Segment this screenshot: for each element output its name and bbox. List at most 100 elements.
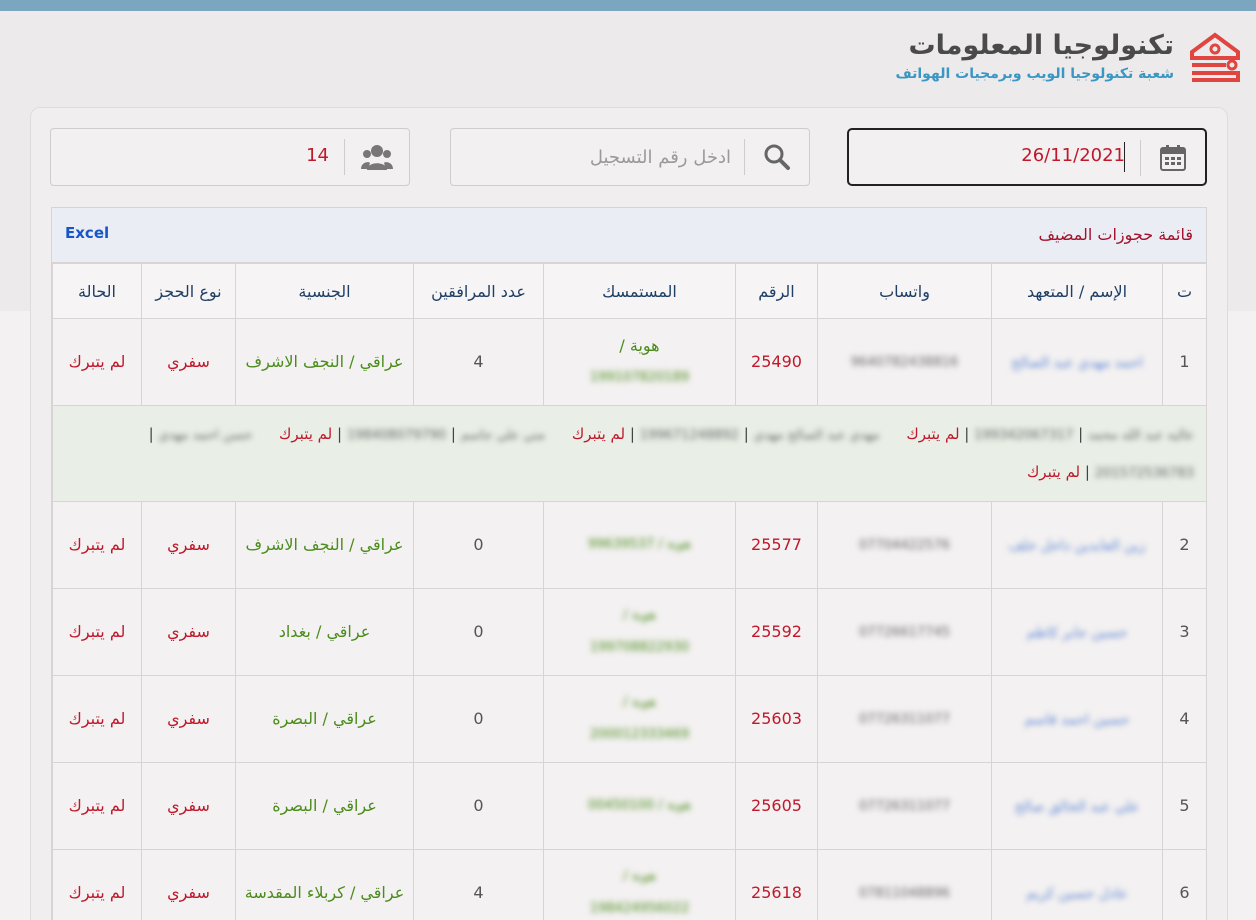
table-row: 1 احمد مهدي عبد الصالح 9640782438816 254… xyxy=(52,318,1207,406)
document-label: هوية / xyxy=(623,695,656,710)
companion-id: 199342067317 xyxy=(974,427,1074,443)
companions-list: عاليه عبد الله محمد | 199342067317 | لم … xyxy=(52,405,1207,502)
whatsapp-cell: 07704422576 xyxy=(817,501,992,589)
companion-status: لم يتبرك xyxy=(279,424,333,443)
col-header: المستمسك xyxy=(543,263,736,319)
document-cell: هوية / 200012333469 xyxy=(543,675,736,763)
table-row: 3 حسين جابر كاظم 07726617745 25592 هوية … xyxy=(52,588,1207,676)
calendar-icon[interactable] xyxy=(1141,130,1205,186)
field-divider xyxy=(344,139,345,175)
number-cell: 25605 xyxy=(735,762,818,850)
document-cell: هوية / 99639537 xyxy=(543,501,736,589)
status-cell: لم يتبرك xyxy=(52,849,142,920)
brand-title: تكنولوجيا المعلومات xyxy=(908,30,1174,61)
date-picker[interactable]: 26/11/2021 xyxy=(847,128,1207,186)
companions-cell: 0 xyxy=(413,675,544,763)
registration-number-input[interactable] xyxy=(481,141,731,173)
row-index: 6 xyxy=(1162,849,1207,920)
number-cell: 25592 xyxy=(735,588,818,676)
table-row: 2 زين العابدين داخل خلف 07704422576 2557… xyxy=(52,501,1207,589)
table-header-row: ت الإسم / المتعهد واتساب الرقم المستمسك … xyxy=(52,263,1207,319)
field-divider xyxy=(744,139,745,175)
guest-name-cell[interactable]: حسين جابر كاظم xyxy=(991,588,1163,676)
companion-status: لم يتبرك xyxy=(906,424,960,443)
nationality-cell: عراقي / البصرة xyxy=(235,675,414,763)
guest-name-cell[interactable]: زين العابدين داخل خلف xyxy=(991,501,1163,589)
companion-name: مهدي عبد الصالح مهدي xyxy=(753,427,880,443)
document-value: 198424956022 xyxy=(589,901,690,916)
whatsapp-cell: 07811048896 xyxy=(817,849,992,920)
status-cell: لم يتبرك xyxy=(52,762,142,850)
row-index: 1 xyxy=(1162,318,1207,406)
whatsapp-value: 07811048896 xyxy=(859,886,950,901)
document-label: هوية / xyxy=(619,336,660,355)
companions-cell: 0 xyxy=(413,588,544,676)
whatsapp-cell: 07726311077 xyxy=(817,675,992,763)
number-cell: 25577 xyxy=(735,501,818,589)
companion-name: مني علي جاسم xyxy=(460,427,546,443)
col-header: الإسم / المتعهد xyxy=(991,263,1163,319)
document-cell: هوية / 00450100 xyxy=(543,762,736,850)
document-cell: هوية / 199708822930 xyxy=(543,588,736,676)
companions-cell: 0 xyxy=(413,762,544,850)
guest-name-cell[interactable]: احمد مهدي عبد الصالح xyxy=(991,318,1163,406)
col-header: واتساب xyxy=(817,263,992,319)
guest-name-link[interactable]: زين العابدين داخل خلف xyxy=(1009,538,1146,554)
registration-search[interactable] xyxy=(450,128,810,186)
document-value: هوية / 99639537 xyxy=(588,537,691,552)
booking-type-cell: سفري xyxy=(141,501,236,589)
guest-name-link[interactable]: عادل حسين كريم xyxy=(1026,886,1128,902)
number-cell: 25603 xyxy=(735,675,818,763)
row-index: 5 xyxy=(1162,762,1207,850)
table-row: 5 علي عبد الخالق صالح 07726311077 25605 … xyxy=(52,762,1207,850)
whatsapp-value: 07726311077 xyxy=(859,799,950,814)
document-cell: هوية / 198424956022 xyxy=(543,849,736,920)
companion-id: 199671248892 xyxy=(639,427,739,443)
nationality-cell: عراقي / النجف الاشرف xyxy=(235,501,414,589)
col-header: نوع الحجز xyxy=(141,263,236,319)
guest-name-link[interactable]: علي عبد الخالق صالح xyxy=(1015,799,1140,815)
companion-status: لم يتبرك xyxy=(571,424,626,443)
booking-type-cell: سفري xyxy=(141,588,236,676)
companion-id: 198408079790 xyxy=(346,427,447,443)
table-row: 4 حسين احمد قاسم 07726311077 25603 هوية … xyxy=(52,675,1207,763)
excel-export-link[interactable]: Excel xyxy=(65,224,109,242)
whatsapp-value: 9640782438816 xyxy=(850,355,959,370)
status-cell: لم يتبرك xyxy=(52,588,142,676)
companion-item: مني علي جاسم | 198408079790 | لم يتبرك xyxy=(279,424,546,443)
nationality-cell: عراقي / كربلاء المقدسة xyxy=(235,849,414,920)
status-cell: لم يتبرك xyxy=(52,675,142,763)
col-header: ت xyxy=(1162,263,1207,319)
companion-id: 201572536783 xyxy=(1094,465,1194,481)
guest-count-value: 14 xyxy=(306,145,329,166)
field-divider xyxy=(1140,140,1141,176)
companions-cell: 0 xyxy=(413,501,544,589)
guest-name-cell[interactable]: عادل حسين كريم xyxy=(991,849,1163,920)
booking-type-cell: سفري xyxy=(141,318,236,406)
guest-name-link[interactable]: احمد مهدي عبد الصالح xyxy=(1011,355,1142,371)
status-cell: لم يتبرك xyxy=(52,318,142,406)
whatsapp-value: 07726311077 xyxy=(859,712,950,727)
panel-header: قائمة حجوزات المضيف Excel xyxy=(52,208,1206,263)
guest-name-cell[interactable]: حسين احمد قاسم xyxy=(991,675,1163,763)
date-value[interactable]: 26/11/2021 xyxy=(1021,145,1125,166)
panel-title: قائمة حجوزات المضيف xyxy=(1038,225,1193,244)
status-cell: لم يتبرك xyxy=(52,501,142,589)
guest-name-cell[interactable]: علي عبد الخالق صالح xyxy=(991,762,1163,850)
bookings-panel: قائمة حجوزات المضيف Excel ت الإسم / المت… xyxy=(51,207,1207,920)
booking-type-cell: سفري xyxy=(141,762,236,850)
guest-count-field: 14 xyxy=(50,128,410,186)
number-cell: 25490 xyxy=(735,318,818,406)
guest-name-link[interactable]: حسين جابر كاظم xyxy=(1027,625,1128,641)
search-icon[interactable] xyxy=(745,129,809,185)
row-index: 4 xyxy=(1162,675,1207,763)
guest-name-link[interactable]: حسين احمد قاسم xyxy=(1025,712,1130,728)
logo-icon xyxy=(1190,32,1240,82)
col-header: الرقم xyxy=(735,263,818,319)
nationality-cell: عراقي / البصرة xyxy=(235,762,414,850)
col-header: الحالة xyxy=(52,263,142,319)
document-value: 200012333469 xyxy=(589,727,690,742)
table-row: 6 عادل حسين كريم 07811048896 25618 هوية … xyxy=(52,849,1207,920)
document-label: هوية / xyxy=(623,608,656,623)
row-index: 2 xyxy=(1162,501,1207,589)
